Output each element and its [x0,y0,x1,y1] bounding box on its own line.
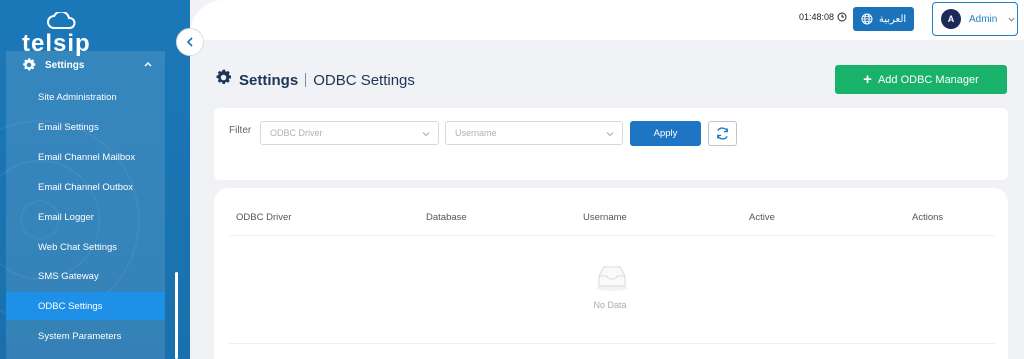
title-divider [305,73,307,87]
sidebar-item-email-channel-mailbox[interactable]: Email Channel Mailbox [6,143,165,171]
sidebar-item-site-administration[interactable]: Site Administration [6,83,165,111]
column-header-username[interactable]: Username [583,212,627,223]
clock-time: 01:48:08 [799,12,835,22]
sidebar-item-label: System Parameters [38,330,122,342]
sidebar-item-label: Email Channel Outbox [38,181,134,193]
odbc-driver-select[interactable]: ODBC Driver [260,121,439,145]
refresh-button[interactable] [708,121,737,146]
sidebar-item-label: SMS Gateway [38,270,99,282]
sidebar-item-label: Email Channel Mailbox [38,151,136,163]
username-placeholder: Username [455,128,497,138]
plus-icon: + [863,71,872,88]
apply-button[interactable]: Apply [630,121,701,146]
gear-icon [214,68,233,92]
column-header-odbc-driver[interactable]: ODBC Driver [236,212,291,223]
language-label: العربية [878,13,907,25]
column-header-actions[interactable]: Actions [912,212,943,223]
add-odbc-manager-button[interactable]: + Add ODBC Manager [835,65,1007,94]
clock-icon [837,12,847,22]
sidebar-scrollbar[interactable] [175,272,178,359]
chevron-up-icon [143,59,153,72]
username-select[interactable]: Username [445,121,623,145]
gear-icon [21,57,37,73]
page-title-section: Settings [239,71,299,89]
sidebar-group-label: Settings [45,59,85,71]
collapse-sidebar-button[interactable] [176,28,204,56]
logo[interactable]: telsip [22,10,102,57]
page-title: Settings ODBC Settings [214,68,415,92]
chevron-down-icon [421,129,431,141]
sidebar-item-label: Site Administration [38,91,117,103]
clock: 01:48:08 [799,12,847,22]
empty-inbox-icon [594,262,630,297]
cloud-icon [47,12,76,29]
sidebar-group-settings[interactable]: Settings [6,51,165,79]
filter-label: Filter [229,125,252,136]
chevron-left-icon [186,37,193,47]
avatar: A [941,9,961,29]
sidebar-item-sms-gateway[interactable]: SMS Gateway [6,262,165,290]
table-bottom-divider [229,343,995,344]
sidebar-item-label: Web Chat Settings [38,241,118,253]
user-name: Admin [969,13,998,25]
sidebar-item-email-logger[interactable]: Email Logger [6,203,165,231]
sidebar-item-web-chat-settings[interactable]: Web Chat Settings [6,233,165,261]
sidebar-item-label: Email Logger [38,211,94,223]
refresh-icon [717,127,728,140]
empty-state-text: No Data [593,300,627,310]
sidebar-item-email-channel-outbox[interactable]: Email Channel Outbox [6,173,165,201]
add-button-label: Add ODBC Manager [877,73,979,86]
chevron-down-icon [605,129,615,141]
column-header-database[interactable]: Database [426,212,467,223]
sidebar-item-label: Email Settings [38,121,99,133]
globe-icon [861,13,873,25]
chevron-down-icon [1007,15,1016,24]
sidebar-item-email-settings[interactable]: Email Settings [6,113,165,141]
odbc-driver-placeholder: ODBC Driver [270,128,323,138]
table-header-divider [229,235,995,236]
language-switch-button[interactable]: العربية [853,7,914,31]
sidebar-item-system-parameters[interactable]: System Parameters [6,322,165,350]
user-menu[interactable]: A Admin [932,2,1018,36]
column-header-active[interactable]: Active [749,212,775,223]
page-title-subsection: ODBC Settings [313,71,415,89]
